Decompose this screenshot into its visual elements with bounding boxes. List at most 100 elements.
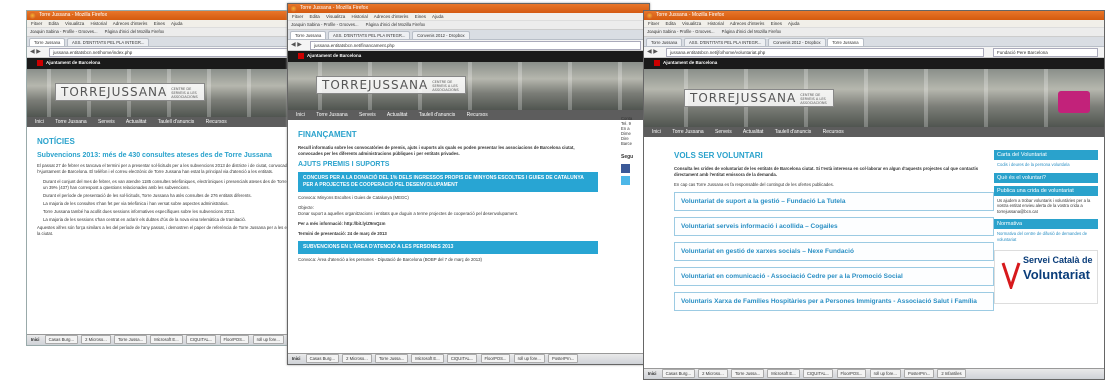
menu-fitxer[interactable]: Fitxer bbox=[648, 21, 659, 26]
bookmark-item[interactable]: Joaquin Sabina - Profile - Grooves... bbox=[291, 22, 359, 27]
menu-historial[interactable]: Historial bbox=[708, 21, 724, 26]
bookmark-item[interactable]: Pàgina d'inici del Mozilla Firefox bbox=[366, 22, 425, 27]
menu-adreces[interactable]: Adreces d'interès bbox=[113, 21, 148, 26]
menu-edita[interactable]: Edita bbox=[310, 14, 320, 19]
nav-taulell[interactable]: Taulell d'anuncis bbox=[158, 119, 195, 125]
menu-adreces[interactable]: Adreces d'interès bbox=[730, 21, 765, 26]
campaign-badge-icon[interactable] bbox=[1058, 91, 1090, 113]
taskbar-item[interactable]: Torre Jussa... bbox=[730, 369, 765, 378]
search-field[interactable]: Fundació Pere Barcelona bbox=[993, 48, 1098, 57]
taskbar-item[interactable]: Casas Burg... bbox=[305, 354, 339, 363]
back-forward-icon[interactable]: ◀ ▶ bbox=[291, 41, 302, 48]
menu-ajuda[interactable]: Ajuda bbox=[788, 21, 800, 26]
volunteer-offer[interactable]: Voluntariat de suport a la gestió – Fund… bbox=[674, 192, 994, 211]
taskbar-item[interactable]: roll up fore... bbox=[252, 335, 284, 344]
nav-serveis[interactable]: Serveis bbox=[98, 119, 115, 125]
taskbar-item[interactable]: Microsoft E... bbox=[767, 369, 800, 378]
facebook-icon[interactable] bbox=[621, 164, 630, 173]
nav-serveis[interactable]: Serveis bbox=[715, 129, 732, 135]
taskbar-item[interactable]: roll up fore... bbox=[513, 354, 545, 363]
taskbar-item[interactable]: roll up fore... bbox=[869, 369, 901, 378]
grant-title[interactable]: SUBVENCIONS EN L'ÀREA D'ATENCIÓ A LES PE… bbox=[298, 241, 598, 254]
taskbar-item[interactable]: CIQUITAL... bbox=[802, 369, 834, 378]
nav-inici[interactable]: Inici bbox=[35, 119, 44, 125]
taskbar-item[interactable]: Casas Burg... bbox=[661, 369, 695, 378]
taskbar-item[interactable]: 2 Microso... bbox=[698, 369, 728, 378]
nav-actualitat[interactable]: Actualitat bbox=[387, 112, 408, 118]
taskbar-item[interactable]: FloorPOS... bbox=[836, 369, 867, 378]
bookmark-item[interactable]: Joaquin Sabina - Profile - Grooves... bbox=[30, 29, 98, 34]
taskbar-item[interactable]: CIQUITAL... bbox=[446, 354, 478, 363]
grant-title[interactable]: CONCURS PER A LA DONACIÓ DEL 1% DELS ING… bbox=[298, 172, 598, 192]
site-logo[interactable]: Ajuntament de Barcelona bbox=[37, 60, 100, 66]
menu-fitxer[interactable]: Fitxer bbox=[31, 21, 42, 26]
menu-eines[interactable]: Eines bbox=[154, 21, 165, 26]
site-logo[interactable]: Ajuntament de Barcelona bbox=[298, 53, 361, 59]
nav-actualitat[interactable]: Actualitat bbox=[743, 129, 764, 135]
back-forward-icon[interactable]: ◀ ▶ bbox=[647, 48, 658, 55]
nav-torre-jussana[interactable]: Torre Jussana bbox=[316, 112, 347, 118]
taskbar-item[interactable]: FloorPOS... bbox=[219, 335, 250, 344]
twitter-icon[interactable] bbox=[621, 176, 630, 185]
browser-tab[interactable]: ASS. D'ENTITATS PEL PLA INTEGR... bbox=[683, 38, 767, 46]
nav-torre-jussana[interactable]: Torre Jussana bbox=[672, 129, 703, 135]
taskbar-item[interactable]: 2 Infantiles bbox=[937, 369, 966, 378]
menu-ajuda[interactable]: Ajuda bbox=[432, 14, 444, 19]
menu-edita[interactable]: Edita bbox=[666, 21, 676, 26]
volunteer-offer[interactable]: Voluntariat serveis informació i acollid… bbox=[674, 217, 994, 236]
nav-taulell[interactable]: Taulell d'anuncis bbox=[419, 112, 456, 118]
browser-tab[interactable]: ASS. D'ENTITATS PEL PLA INTEGR... bbox=[66, 38, 150, 46]
start-button[interactable]: Inici bbox=[644, 369, 660, 379]
taskbar-item[interactable]: Microsoft E... bbox=[411, 354, 444, 363]
menu-edita[interactable]: Edita bbox=[49, 21, 59, 26]
menu-historial[interactable]: Historial bbox=[352, 14, 368, 19]
nav-inici[interactable]: Inici bbox=[296, 112, 305, 118]
taskbar-item[interactable]: FloorPOS... bbox=[480, 354, 511, 363]
menu-historial[interactable]: Historial bbox=[91, 21, 107, 26]
taskbar-item[interactable]: Casas Burg... bbox=[44, 335, 78, 344]
menu-eines[interactable]: Eines bbox=[771, 21, 782, 26]
taskbar-item[interactable]: 2 Microso... bbox=[81, 335, 111, 344]
taskbar-item[interactable]: 2 Microso... bbox=[342, 354, 372, 363]
start-button[interactable]: Inici bbox=[288, 354, 304, 364]
browser-tab[interactable]: Convenis 2012 - Dropbox bbox=[412, 31, 470, 39]
browser-tab[interactable]: Convenis 2012 - Dropbox bbox=[768, 38, 826, 46]
sidebar-heading[interactable]: Carta del Voluntariat bbox=[994, 150, 1098, 160]
menu-fitxer[interactable]: Fitxer bbox=[292, 14, 303, 19]
nav-recursos[interactable]: Recursos bbox=[823, 129, 844, 135]
start-button[interactable]: Inici bbox=[27, 335, 43, 345]
taskbar-item[interactable]: PosterPrn... bbox=[548, 354, 579, 363]
sidebar-link[interactable]: Normativa del centre de difusió de deman… bbox=[994, 229, 1098, 244]
menu-eines[interactable]: Eines bbox=[415, 14, 426, 19]
nav-serveis[interactable]: Serveis bbox=[359, 112, 376, 118]
taskbar-item[interactable]: CIQUITAL... bbox=[185, 335, 217, 344]
sidebar-heading[interactable]: Què és el voluntari? bbox=[994, 172, 1098, 183]
volunteer-offer[interactable]: Voluntariat en gestió de xarxes socials … bbox=[674, 242, 994, 261]
site-logo[interactable]: Ajuntament de Barcelona bbox=[654, 60, 717, 66]
bookmark-item[interactable]: Pàgina d'inici del Mozilla Firefox bbox=[105, 29, 164, 34]
volunteer-offer[interactable]: Voluntariat en comunicació - Associació … bbox=[674, 267, 994, 286]
nav-actualitat[interactable]: Actualitat bbox=[126, 119, 147, 125]
grant-info-link[interactable]: Per a més informació: http://bit.ly/Z9mQ… bbox=[298, 221, 598, 227]
taskbar-item[interactable]: Microsoft E... bbox=[150, 335, 183, 344]
servei-catala-voluntariat-logo[interactable]: Servei Català de Voluntariat bbox=[994, 250, 1098, 304]
nav-inici[interactable]: Inici bbox=[652, 129, 661, 135]
nav-taulell[interactable]: Taulell d'anuncis bbox=[775, 129, 812, 135]
menu-visualitza[interactable]: Visualitza bbox=[682, 21, 701, 26]
browser-tab[interactable]: Torre Jussana bbox=[290, 31, 327, 39]
taskbar-item[interactable]: Torre Jussa... bbox=[374, 354, 409, 363]
sidebar-heading[interactable]: Publica una crida de voluntariat bbox=[994, 185, 1098, 196]
url-field[interactable]: jussana.entitatsbcn.net/jfo/home/volunta… bbox=[666, 48, 984, 57]
nav-recursos[interactable]: Recursos bbox=[467, 112, 488, 118]
menu-ajuda[interactable]: Ajuda bbox=[171, 21, 183, 26]
menu-visualitza[interactable]: Visualitza bbox=[65, 21, 84, 26]
bookmark-item[interactable]: Pàgina d'inici del Mozilla Firefox bbox=[722, 29, 781, 34]
volunteer-offer[interactable]: Voluntaris Xarxa de Famílies Hospitàries… bbox=[674, 292, 994, 311]
sidebar-heading[interactable]: Normativa bbox=[994, 219, 1098, 229]
url-field[interactable]: jussana.entitatsbcn.net/home/index.php bbox=[49, 48, 309, 57]
sidebar-link[interactable]: Codis i deures de la persona voluntària bbox=[994, 160, 1098, 170]
browser-tab[interactable]: Torre Jussana bbox=[29, 38, 66, 46]
nav-recursos[interactable]: Recursos bbox=[206, 119, 227, 125]
url-field[interactable]: jussana.entitatsbcn.net/financament.php bbox=[310, 41, 641, 50]
browser-tab[interactable]: ASS. D'ENTITATS PEL PLA INTEGR... bbox=[327, 31, 411, 39]
